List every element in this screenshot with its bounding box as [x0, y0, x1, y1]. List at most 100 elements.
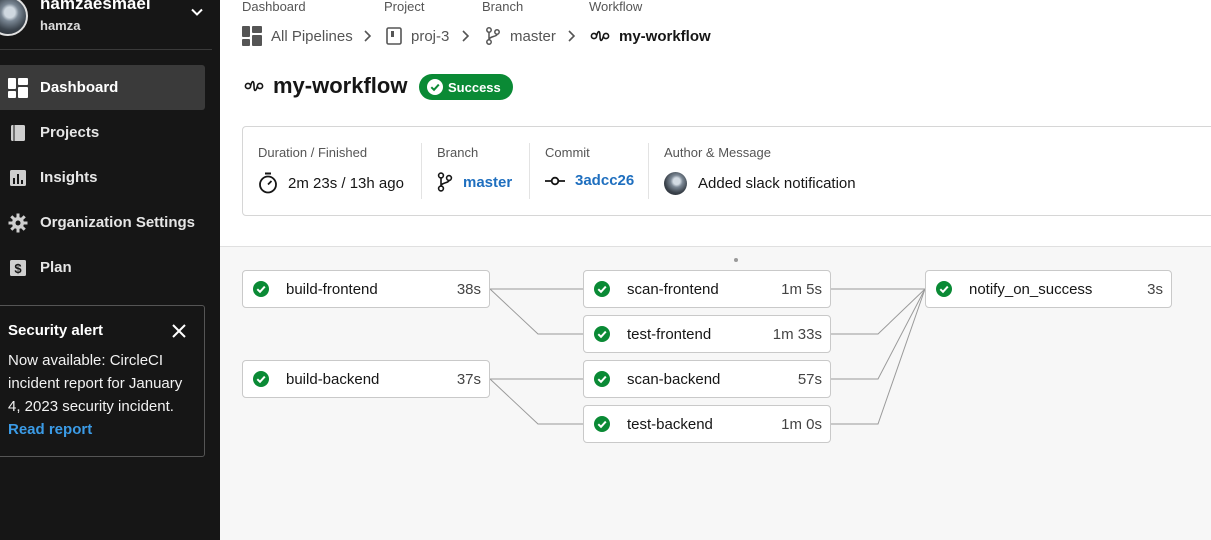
sidebar-item-projects[interactable]: Projects [0, 110, 205, 155]
breadcrumb-label: Project [384, 0, 425, 14]
job-duration: 3s [1147, 281, 1163, 298]
svg-text:$: $ [14, 261, 22, 276]
status-text: Success [448, 79, 501, 95]
job-duration: 57s [797, 371, 822, 388]
sidebar-item-label: Organization Settings [40, 214, 196, 231]
username: hamzaesmael [40, 0, 151, 13]
commit-label: Commit [545, 145, 590, 160]
job-name: scan-frontend [627, 280, 719, 298]
job-build-backend[interactable]: build-backend 37s [242, 360, 490, 398]
sidebar-divider [0, 49, 212, 50]
commit-message: Added slack notification [698, 175, 856, 192]
sidebar: hamzaesmael hamza Dashboard Projects Ins… [0, 0, 220, 540]
check-circle-icon [594, 371, 610, 387]
status-badge: Success [419, 74, 513, 100]
sidebar-item-insights[interactable]: Insights [0, 155, 205, 200]
job-duration: 1m 33s [772, 326, 822, 343]
page-title: my-workflow [244, 73, 407, 99]
job-name: test-frontend [627, 325, 712, 343]
author-label: Author & Message [664, 145, 771, 160]
security-alert: Security alert Now available: CircleCI i… [0, 305, 205, 457]
breadcrumb-project[interactable]: proj-3 [386, 27, 449, 45]
avatar [664, 172, 687, 195]
check-circle-icon [594, 416, 610, 432]
job-duration: 37s [456, 371, 481, 388]
timer-icon [259, 172, 277, 194]
workflow-icon [590, 30, 610, 42]
user-menu[interactable]: hamzaesmael hamza [0, 0, 212, 48]
job-name: scan-backend [627, 370, 721, 388]
branch-label: Branch [437, 145, 479, 160]
commit-icon [545, 176, 565, 185]
breadcrumb-text: my-workflow [619, 27, 711, 45]
alert-title: Security alert [8, 322, 104, 339]
avatar[interactable] [0, 0, 28, 36]
branch-link[interactable]: master [463, 174, 512, 191]
breadcrumb-text: proj-3 [411, 27, 450, 45]
job-name: test-backend [627, 415, 713, 433]
duration-value: 2m 23s / 13h ago [258, 172, 404, 194]
chevron-right-icon [568, 30, 576, 42]
duration-label: Duration / Finished [258, 145, 368, 160]
breadcrumb-label: Dashboard [242, 0, 306, 14]
workflow-icon [244, 80, 264, 92]
chevron-down-icon[interactable] [189, 4, 205, 20]
check-circle-icon [594, 281, 610, 297]
read-report-link[interactable]: Read report [8, 418, 194, 441]
breadcrumb-text: All Pipelines [271, 27, 353, 45]
dashboard-icon [8, 77, 28, 98]
drag-handle[interactable] [734, 258, 738, 262]
job-name: build-frontend [286, 280, 378, 298]
sidebar-item-dashboard[interactable]: Dashboard [0, 65, 205, 110]
job-notify-on-success[interactable]: notify_on_success 3s [925, 270, 1172, 308]
sidebar-item-label: Insights [40, 169, 98, 186]
book-icon [386, 27, 402, 45]
job-test-backend[interactable]: test-backend 1m 0s [583, 405, 831, 443]
divider [648, 143, 649, 199]
gear-icon [8, 213, 28, 233]
sidebar-item-label: Dashboard [40, 79, 119, 96]
alert-body: Now available: CircleCI incident report … [8, 352, 183, 415]
breadcrumb-label: Branch [482, 0, 524, 14]
git-branch-icon [486, 27, 500, 45]
workflow-title: my-workflow [273, 73, 408, 98]
job-duration: 1m 5s [781, 281, 822, 298]
job-name: notify_on_success [969, 280, 1093, 298]
sidebar-item-label: Projects [40, 124, 100, 141]
job-build-frontend[interactable]: build-frontend 38s [242, 270, 490, 308]
check-circle-icon [427, 79, 443, 95]
job-duration: 38s [456, 281, 481, 298]
close-icon[interactable] [172, 324, 186, 338]
author-value: Added slack notification [664, 172, 856, 195]
divider [529, 143, 530, 199]
breadcrumb-branch[interactable]: master [485, 27, 556, 45]
check-circle-icon [594, 326, 610, 342]
job-scan-frontend[interactable]: scan-frontend 1m 5s [583, 270, 831, 308]
job-test-frontend[interactable]: test-frontend 1m 33s [583, 315, 831, 353]
dollar-icon: $ [8, 258, 28, 278]
commit-link[interactable]: 3adcc26 [575, 172, 634, 189]
sidebar-item-plan[interactable]: $ Plan [0, 245, 205, 290]
dashboard-icon [242, 26, 262, 46]
divider [421, 143, 422, 199]
main-content: Dashboard Project Branch Workflow All Pi… [220, 0, 1211, 540]
workflow-info-card: Duration / Finished 2m 23s / 13h ago Bra… [242, 126, 1211, 216]
branch-value[interactable]: master [437, 172, 512, 192]
breadcrumb-all-pipelines[interactable]: All Pipelines [242, 26, 353, 46]
sidebar-item-label: Plan [40, 259, 72, 276]
breadcrumb-workflow[interactable]: my-workflow [590, 27, 711, 45]
job-scan-backend[interactable]: scan-backend 57s [583, 360, 831, 398]
duration-text: 2m 23s / 13h ago [288, 174, 404, 192]
bar-chart-icon [8, 168, 28, 188]
job-name: build-backend [286, 370, 380, 388]
chevron-right-icon [462, 30, 470, 42]
chevron-right-icon [364, 30, 372, 42]
breadcrumb-label: Workflow [589, 0, 643, 14]
job-duration: 1m 0s [781, 416, 822, 433]
check-circle-icon [253, 371, 269, 387]
workflow-header: Dashboard Project Branch Workflow All Pi… [220, 0, 1211, 247]
commit-value[interactable]: 3adcc26 [545, 172, 634, 189]
user-handle: hamza [40, 18, 81, 33]
sidebar-item-organization-settings[interactable]: Organization Settings [0, 200, 205, 245]
git-branch-icon [437, 172, 453, 192]
